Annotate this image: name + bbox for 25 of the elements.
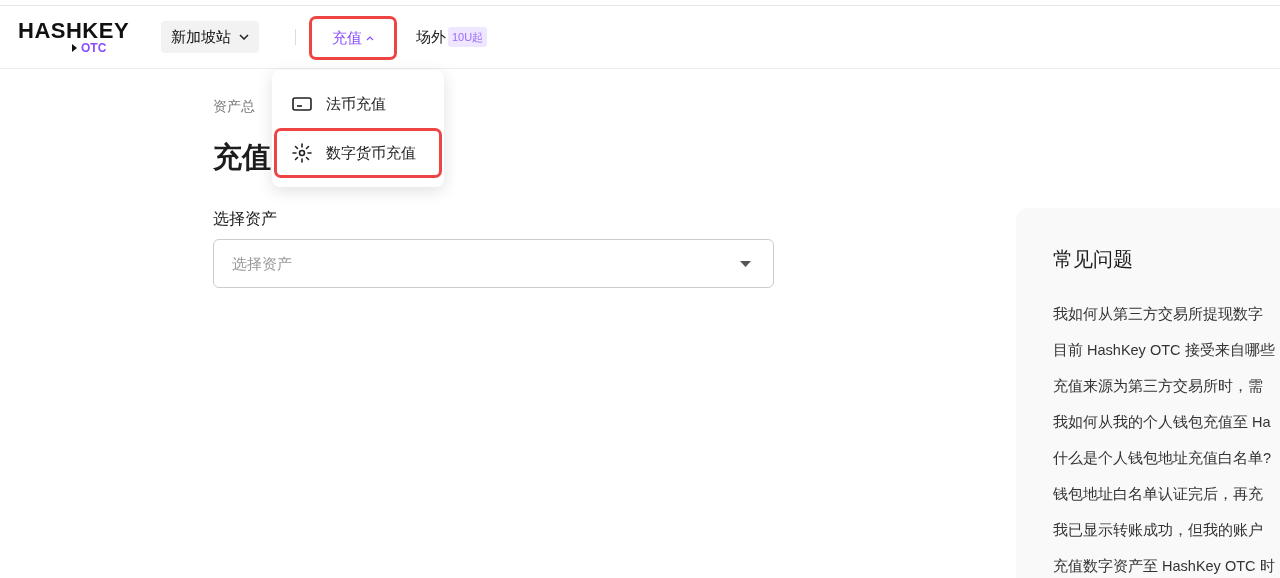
breadcrumb-link[interactable]: 资产总 [213,96,255,117]
region-selector[interactable]: 新加坡站 [161,20,259,54]
dropdown-arrow-icon [740,260,751,267]
page-title: 充值 [213,140,271,175]
faq-link[interactable]: 我已显示转账成功，但我的账户 [1053,520,1280,556]
logo[interactable]: HASHKEY OTC [18,20,133,54]
sparkle-icon [292,142,312,163]
faq-link[interactable]: 我如何从第三方交易所提现数字 [1053,304,1280,340]
nav-tab[interactable]: 场外 [416,17,446,57]
menu-item[interactable]: 法币充值 [277,82,439,127]
triangle-icon [72,44,77,52]
menu-item[interactable]: 数字货币充值 [277,130,439,175]
promo-tag: 10U起 [448,26,488,48]
chevron-down-icon [239,34,249,40]
nav-tab[interactable]: 充值 [312,18,394,58]
section-title: 常见问题 [1053,247,1134,272]
field-label: 选择资产 [213,208,278,229]
asset-select[interactable]: 选择资产 [213,238,774,288]
faq-link[interactable]: 我如何从我的个人钱包充值至 Ha [1053,412,1280,448]
card-icon [292,97,312,112]
faq-link[interactable]: 什么是个人钱包地址充值白名单? [1053,448,1280,484]
faq-link[interactable]: 充值数字资产至 HashKey OTC 时 [1053,556,1280,578]
faq-link[interactable]: 充值来源为第三方交易所时，需 [1053,376,1280,412]
faq-link[interactable]: 目前 HashKey OTC 接受来自哪些 [1053,340,1280,376]
faq-link[interactable]: 钱包地址白名单认证完后，再充 [1053,484,1280,520]
